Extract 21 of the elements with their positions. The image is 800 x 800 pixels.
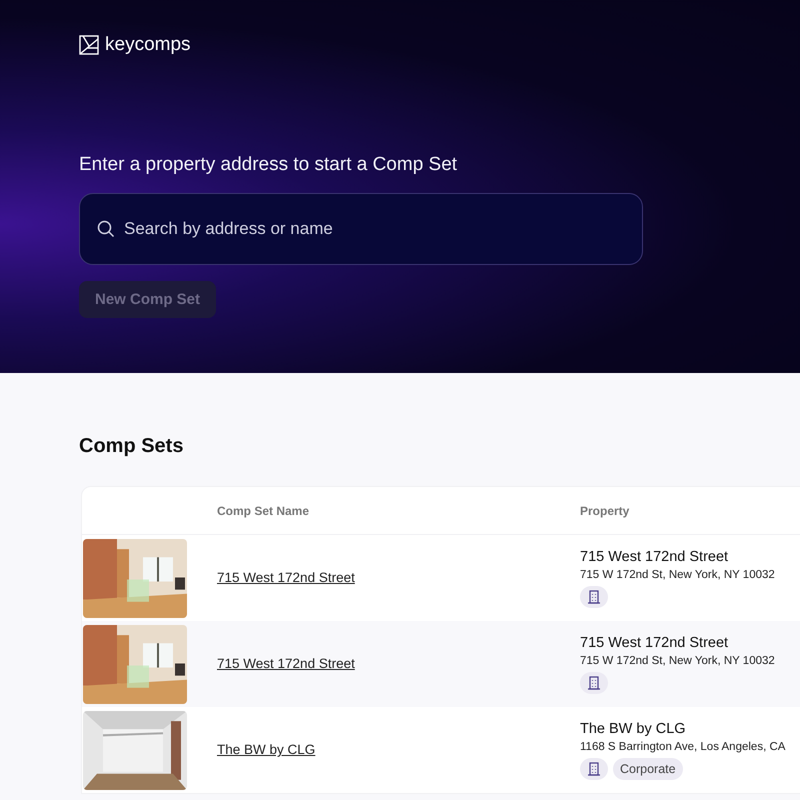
- search-field[interactable]: Search by address or name: [79, 193, 643, 265]
- comp-set-link[interactable]: The BW by CLG: [217, 742, 316, 757]
- property-name: 715 West 172nd Street: [580, 634, 728, 650]
- property-name: The BW by CLG: [580, 720, 686, 736]
- comp-set-link[interactable]: 715 West 172nd Street: [217, 656, 355, 671]
- building-icon: [588, 676, 600, 690]
- property-address: 715 W 172nd St, New York, NY 10032: [580, 654, 775, 666]
- property-address: 715 W 172nd St, New York, NY 10032: [580, 568, 775, 580]
- building-icon: [588, 590, 600, 604]
- hero-heading: Enter a property address to start a Comp Set: [79, 154, 458, 176]
- search-icon: [97, 220, 115, 238]
- section-title: Comp Sets: [79, 435, 184, 458]
- category-tag: Corporate: [613, 758, 683, 780]
- property-address: 1168 S Barrington Ave, Los Angeles, CA: [580, 740, 786, 752]
- logo-icon: [79, 35, 99, 55]
- column-header: Property: [580, 504, 630, 518]
- brand-name: keycomps: [105, 34, 191, 56]
- column-header: Comp Set Name: [217, 504, 310, 518]
- property-name: 715 West 172nd Street: [580, 548, 728, 564]
- comp-set-link[interactable]: 715 West 172nd Street: [217, 570, 355, 585]
- building-icon: [588, 762, 600, 776]
